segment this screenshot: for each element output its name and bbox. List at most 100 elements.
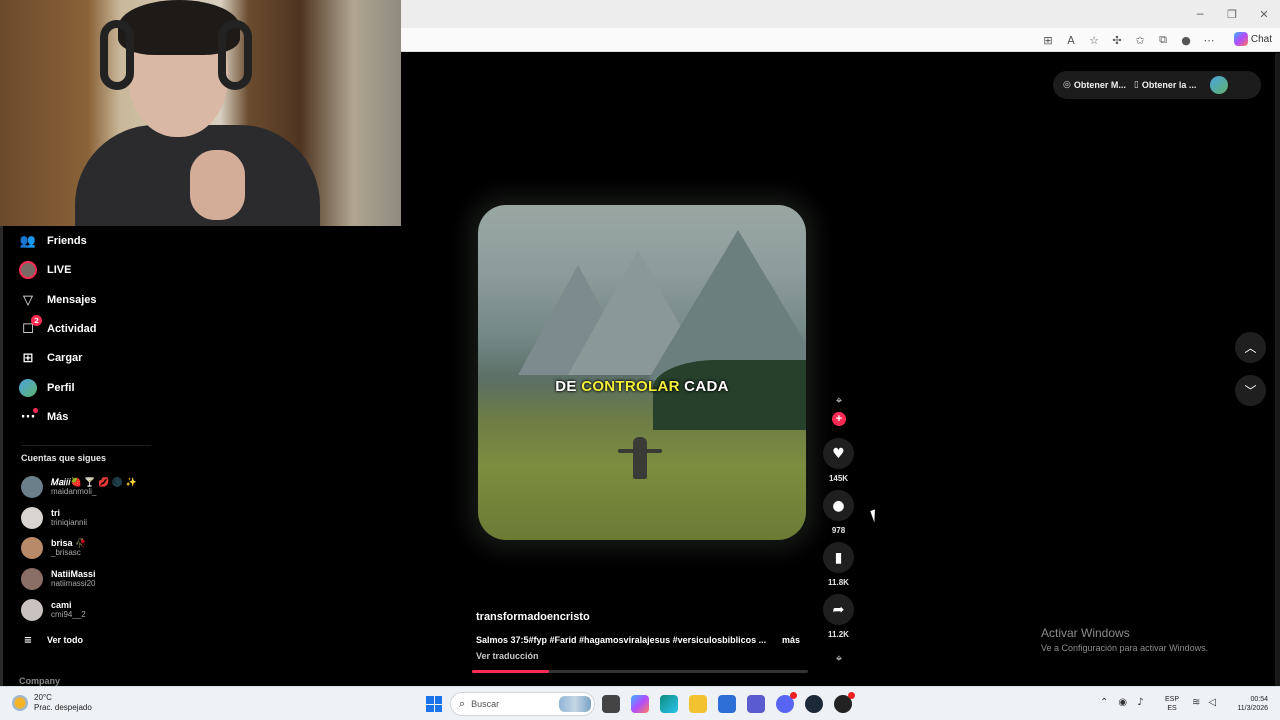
sidebar-item-profile[interactable]: Perfil — [19, 377, 75, 399]
mouse-cursor — [870, 507, 884, 523]
sidebar-item-messages[interactable]: ▽ Mensajes — [19, 289, 97, 311]
search-highlight-image — [559, 696, 591, 712]
divider — [21, 445, 151, 446]
taskbar: 20°C Prac. despejado ⌕ Buscar ⌃ ◉ ♪ ESP … — [0, 686, 1280, 720]
browser-toolbar: ⊞ A ☆ ✣ ✩ ⧉ ● ⋯ Chat — [400, 28, 1280, 52]
screen: ─ ❐ ✕ ⊞ A ☆ ✣ ✩ ⧉ ● ⋯ Chat 👥 Friends LIV… — [0, 0, 1280, 720]
profile-icon[interactable]: ● — [1177, 32, 1195, 48]
comment-button[interactable]: ● — [823, 490, 854, 521]
share-button[interactable]: ➦ — [823, 594, 854, 625]
copilot-icon — [1233, 32, 1248, 46]
teams-icon[interactable] — [747, 695, 765, 713]
read-aloud-icon[interactable]: A — [1062, 32, 1080, 48]
edge-icon[interactable] — [660, 695, 678, 713]
share-count: 11.2K — [828, 630, 849, 639]
apps-icon[interactable]: ⊞ — [1039, 32, 1057, 48]
app-icon[interactable] — [834, 692, 855, 713]
sidebar-item-upload[interactable]: ⊞ Cargar — [19, 347, 83, 369]
top-actions: ◎ Obtener M... ▯ Obtener la ... — [1053, 71, 1261, 99]
restore-icon[interactable]: ❐ — [1216, 0, 1248, 28]
start-button[interactable] — [426, 696, 442, 712]
file-explorer-icon[interactable] — [689, 695, 707, 713]
list-icon: ≡ — [23, 634, 33, 646]
upload-icon: ⊞ — [22, 350, 34, 366]
browser-titlebar: ─ ❐ ✕ — [400, 0, 1280, 28]
webcam-overlay — [0, 0, 401, 226]
coin-icon: ◎ — [1063, 80, 1071, 90]
next-video-button[interactable]: ﹀ — [1235, 375, 1266, 406]
taskbar-search[interactable]: ⌕ Buscar — [450, 692, 595, 716]
following-account[interactable]: brisa 🥀 _brisasc — [21, 535, 86, 561]
volume-icon[interactable]: ◁ — [1208, 697, 1216, 708]
following-account[interactable]: cami cmi94__2 — [21, 597, 86, 623]
following-account[interactable]: 𝑀𝑎𝑖𝑖𝑖🍓 🍸 💋 🌑 ✨ maidanmoli_ — [21, 474, 137, 500]
language-indicator[interactable]: ESP ES — [1165, 695, 1179, 713]
follow-plus-icon[interactable]: + — [832, 412, 846, 426]
person-figure — [633, 437, 647, 479]
progress-fill — [472, 670, 550, 673]
minimize-icon[interactable]: ─ — [1184, 0, 1216, 28]
more-link[interactable]: más — [782, 635, 800, 645]
sidebar-item-more[interactable]: ··· Más — [19, 406, 68, 428]
copilot-app-icon[interactable] — [631, 695, 649, 713]
company-link[interactable]: Company — [19, 676, 60, 686]
comment-count: 978 — [831, 526, 846, 535]
following-account[interactable]: NatiiMassi natiimassi20 — [21, 566, 96, 592]
avatar — [21, 568, 43, 590]
task-view-icon[interactable] — [602, 695, 620, 713]
get-app-button-2[interactable]: ▯ Obtener la ... — [1134, 80, 1196, 90]
avatar — [21, 476, 43, 498]
fullscreen-icon-bottom[interactable]: ⌖ — [830, 652, 848, 668]
outlook-icon[interactable] — [718, 695, 736, 713]
collections-icon[interactable]: ⧉ — [1154, 32, 1172, 48]
wifi-icon[interactable]: ≋ — [1192, 697, 1200, 708]
menu-dots-icon[interactable]: ⋯ — [1200, 32, 1218, 48]
chevron-down-icon: ﹀ — [1244, 384, 1257, 398]
send-icon: ▽ — [23, 292, 33, 308]
video-description: Salmos 37:5#fyp #Farid #hagamosviralajes… — [476, 635, 800, 645]
bookmark-icon: ▮ — [834, 549, 843, 566]
sidebar-item-live[interactable]: LIVE — [19, 259, 71, 281]
translate-link[interactable]: Ver traducción — [476, 651, 539, 661]
windows-activation-watermark: Activar Windows Ve a Configuración para … — [1041, 626, 1209, 653]
mic-icon[interactable]: ♪ — [1137, 697, 1143, 708]
author-name[interactable]: transformadoencristo — [476, 611, 590, 623]
network-app-icon[interactable]: ◉ — [1118, 697, 1127, 708]
activity-badge: 2 — [31, 315, 42, 326]
profile-avatar — [19, 379, 37, 397]
avatar — [21, 537, 43, 559]
weather-widget[interactable]: 20°C Prac. despejado — [12, 693, 92, 713]
more-icon: ··· — [19, 408, 38, 426]
see-all-link[interactable]: ≡ Ver todo — [19, 629, 83, 651]
video-frame-image — [478, 205, 806, 540]
chevron-up-icon: ︿ — [1244, 341, 1257, 355]
like-count: 145K — [828, 474, 849, 483]
like-button[interactable]: ♥ — [823, 438, 854, 469]
weather-icon — [12, 695, 28, 711]
activity-icon: ☐ 2 — [19, 315, 42, 338]
following-account[interactable]: tri triniqiannii — [21, 505, 87, 531]
close-icon[interactable]: ✕ — [1248, 0, 1280, 28]
comment-icon: ● — [832, 497, 845, 514]
discord-icon[interactable] — [776, 692, 797, 713]
favorite-star-icon[interactable]: ☆ — [1085, 32, 1103, 48]
get-app-button-1[interactable]: ◎ Obtener M... — [1063, 80, 1126, 90]
copilot-chat-button[interactable]: Chat — [1233, 32, 1272, 46]
sidebar-item-activity[interactable]: ☐ 2 Actividad — [19, 315, 97, 340]
steam-icon[interactable] — [805, 695, 823, 713]
fullscreen-icon[interactable]: ⌖ — [830, 394, 848, 410]
video-progress-bar[interactable] — [472, 670, 808, 673]
favorites-icon[interactable]: ✩ — [1131, 32, 1149, 48]
chevron-up-tray-icon[interactable]: ⌃ — [1100, 697, 1108, 708]
save-button[interactable]: ▮ — [823, 542, 854, 573]
user-avatar[interactable] — [1210, 76, 1229, 94]
previous-video-button[interactable]: ︿ — [1235, 332, 1266, 363]
sidebar-item-friends[interactable]: 👥 Friends — [19, 230, 87, 252]
save-count: 11.8K — [828, 578, 849, 587]
friends-icon: 👥 — [19, 233, 37, 249]
extensions-icon[interactable]: ✣ — [1108, 32, 1126, 48]
page-scrollbar[interactable] — [1275, 53, 1280, 686]
clock[interactable]: 00:54 11/3/2026 — [1222, 695, 1268, 713]
sidebar: 👥 Friends LIVE ▽ Mensajes ☐ 2 Actividad ⊞… — [0, 226, 165, 686]
avatar — [21, 507, 43, 529]
